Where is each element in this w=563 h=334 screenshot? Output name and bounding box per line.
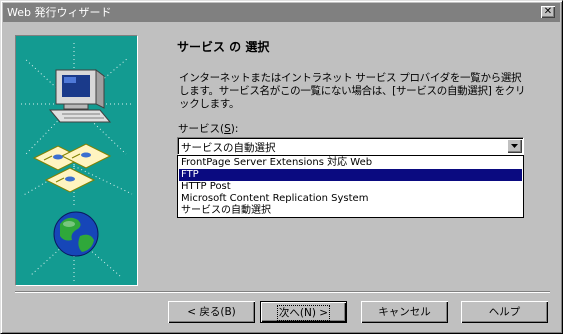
close-button[interactable]: ✕	[541, 6, 555, 18]
dropdown-item-http-post[interactable]: HTTP Post	[179, 181, 522, 193]
service-label-suffix: ):	[230, 123, 239, 135]
dropdown-item-frontpage[interactable]: FrontPage Server Extensions 対応 Web	[179, 157, 522, 169]
window-title: Web 発行ウィザード	[7, 6, 112, 19]
cancel-button-label: キャンセル	[378, 306, 431, 318]
combobox-dropdown-button[interactable]	[507, 139, 522, 153]
back-button-label: < 戻る(B)	[187, 306, 236, 318]
back-button[interactable]: < 戻る(B)	[168, 301, 255, 323]
page-description: インターネットまたはイントラネット サービス プロバイダを一覧から選択します。サ…	[179, 72, 526, 110]
dropdown-item-ftp[interactable]: FTP	[179, 169, 522, 181]
service-label-hotkey: S	[224, 123, 231, 135]
next-button-label: 次へ(N) >	[276, 305, 331, 321]
button-separator	[15, 291, 550, 293]
wizard-window: Web 発行ウィザード ✕ サービス の 選択 インターネットまたはイントラネッ…	[0, 0, 563, 334]
next-button[interactable]: 次へ(N) >	[260, 301, 347, 323]
cancel-button[interactable]: キャンセル	[361, 301, 448, 323]
documents-icon	[32, 143, 112, 193]
service-combobox-value: サービスの自動選択	[181, 142, 276, 154]
close-icon: ✕	[543, 6, 553, 17]
title-bar[interactable]: Web 発行ウィザード ✕	[3, 3, 560, 22]
help-button[interactable]: ヘルプ	[461, 301, 548, 323]
globe-icon	[53, 211, 99, 257]
service-label: サービス(S):	[178, 121, 238, 136]
computer-icon	[48, 69, 112, 123]
chevron-down-icon	[511, 144, 518, 148]
service-combobox[interactable]: サービスの自動選択	[177, 137, 524, 155]
dropdown-item-mcrs[interactable]: Microsoft Content Replication System	[179, 193, 522, 205]
page-heading: サービス の 選択	[177, 40, 270, 54]
wizard-illustration	[15, 35, 138, 286]
help-button-label: ヘルプ	[488, 306, 521, 318]
dropdown-item-auto-select[interactable]: サービスの自動選択	[179, 205, 522, 217]
service-label-prefix: サービス(	[178, 123, 225, 135]
service-dropdown-list[interactable]: FrontPage Server Extensions 対応 Web FTP H…	[177, 155, 524, 218]
